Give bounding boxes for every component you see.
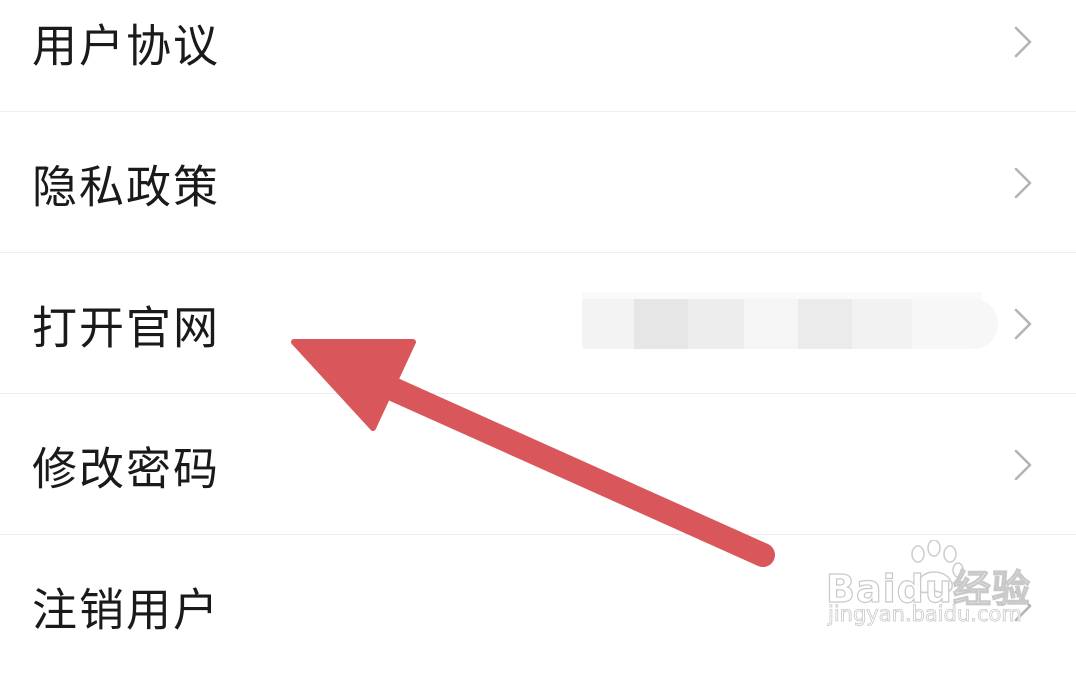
menu-item-open-website[interactable]: 打开官网 (0, 254, 1076, 394)
chevron-right-icon (1014, 167, 1032, 198)
menu-item-label: 打开官网 (32, 301, 221, 354)
menu-item-label: 注销用户 (32, 583, 221, 637)
chevron-right-icon (1014, 26, 1032, 57)
chevron-right-icon (1014, 590, 1032, 622)
redacted-website-value (582, 298, 998, 349)
menu-item-cancel-account[interactable]: 注销用户 (0, 536, 1076, 676)
menu-item-label: 修改密码 (32, 442, 221, 495)
chevron-right-icon (1014, 449, 1032, 480)
menu-item-label: 用户协议 (32, 19, 221, 72)
menu-item-user-agreement[interactable]: 用户协议 (0, 0, 1076, 112)
menu-item-privacy-policy[interactable]: 隐私政策 (0, 113, 1076, 253)
settings-menu-list: 用户协议 隐私政策 打开官网 修改密码 注销用户 (0, 0, 1076, 652)
chevron-right-icon (1014, 308, 1032, 339)
menu-item-change-password[interactable]: 修改密码 (0, 395, 1076, 535)
menu-item-label: 隐私政策 (32, 160, 221, 213)
